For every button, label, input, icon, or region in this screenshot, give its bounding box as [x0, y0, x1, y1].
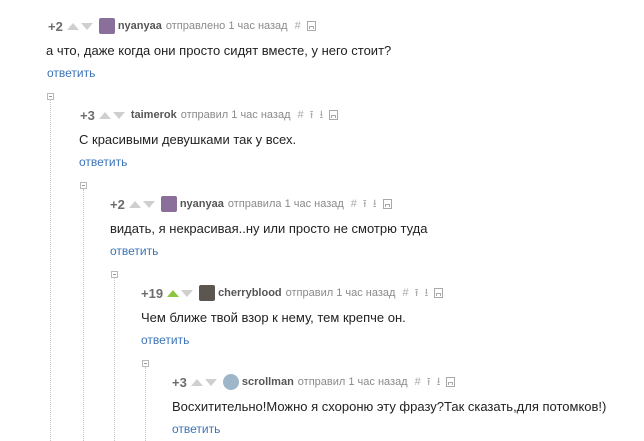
- thread-branch-icon[interactable]: ⭳: [424, 287, 428, 299]
- thread-guide-1: [50, 100, 51, 441]
- save-icon[interactable]: [329, 110, 339, 120]
- comment-meta: +2 nyanyaa отправлено 1 час назад #: [48, 17, 322, 35]
- comment-text: С красивыми девушками так у всех.: [79, 132, 297, 147]
- timestamp: отправлено 1 час назад: [165, 20, 288, 32]
- upvote-icon[interactable]: [190, 378, 203, 386]
- avatar[interactable]: [98, 18, 115, 34]
- rating: +3: [80, 107, 95, 123]
- thread-guide-3: [114, 278, 115, 441]
- timestamp: отправила 1 час назад: [227, 198, 344, 210]
- permalink-icon[interactable]: #: [298, 109, 304, 121]
- parent-comment-icon[interactable]: ⭱: [427, 376, 431, 388]
- comment-meta: +19 cherryblood отправил 1 час назад # ⭱…: [141, 284, 449, 302]
- upvote-icon[interactable]: [167, 289, 180, 297]
- author-link[interactable]: taimerok: [131, 109, 177, 121]
- save-icon[interactable]: [306, 21, 316, 31]
- reply-link[interactable]: ответить: [47, 66, 95, 80]
- save-icon[interactable]: [434, 288, 444, 298]
- rating: +3: [172, 374, 187, 390]
- reply-link[interactable]: ответить: [110, 244, 158, 258]
- comment-text: видать, я некрасивая..ну или просто не с…: [110, 221, 428, 236]
- collapse-toggle[interactable]: [47, 93, 54, 100]
- comment-text: Чем ближе твой взор к нему, тем крепче о…: [141, 310, 406, 325]
- permalink-icon[interactable]: #: [351, 198, 357, 210]
- timestamp: отправил 1 час назад: [285, 287, 396, 299]
- comment-meta: +2 nyanyaa отправила 1 час назад # ⭱ ⭳: [110, 195, 398, 213]
- thread-branch-icon[interactable]: ⭳: [373, 198, 377, 210]
- reply-link[interactable]: ответить: [172, 422, 220, 436]
- comment-text: Восхитительно!Можно я схороню эту фразу?…: [172, 399, 607, 414]
- author-link[interactable]: nyanyaa: [180, 198, 224, 210]
- author-link[interactable]: nyanyaa: [118, 20, 162, 32]
- downvote-icon[interactable]: [181, 289, 194, 297]
- collapse-toggle[interactable]: [142, 360, 149, 367]
- save-icon[interactable]: [382, 199, 392, 209]
- comment-text: а что, даже когда они просто сидят вмест…: [46, 43, 392, 58]
- parent-comment-icon[interactable]: ⭱: [363, 198, 367, 210]
- downvote-icon[interactable]: [112, 111, 125, 119]
- downvote-icon[interactable]: [142, 200, 155, 208]
- avatar[interactable]: [199, 285, 216, 301]
- downvote-icon[interactable]: [80, 22, 93, 30]
- upvote-icon[interactable]: [98, 111, 111, 119]
- rating: +2: [110, 196, 125, 212]
- reply-link[interactable]: ответить: [141, 333, 189, 347]
- permalink-icon[interactable]: #: [295, 20, 301, 32]
- collapse-toggle[interactable]: [111, 271, 118, 278]
- reply-link[interactable]: ответить: [79, 155, 127, 169]
- author-link[interactable]: scrollman: [242, 376, 294, 388]
- thread-guide-4: [145, 367, 146, 441]
- avatar[interactable]: [160, 196, 177, 212]
- save-icon[interactable]: [446, 377, 456, 387]
- author-link[interactable]: cherryblood: [218, 287, 282, 299]
- parent-comment-icon[interactable]: ⭱: [310, 109, 314, 121]
- timestamp: отправил 1 час назад: [180, 109, 291, 121]
- collapse-toggle[interactable]: [80, 182, 87, 189]
- thread-branch-icon[interactable]: ⭳: [319, 109, 323, 121]
- thread-guide-2: [83, 189, 84, 441]
- comment-meta: +3 taimerok отправил 1 час назад # ⭱ ⭳: [80, 106, 344, 124]
- permalink-icon[interactable]: #: [415, 376, 421, 388]
- timestamp: отправил 1 час назад: [297, 376, 408, 388]
- upvote-icon[interactable]: [66, 22, 79, 30]
- rating: +2: [48, 18, 63, 34]
- thread-branch-icon[interactable]: ⭳: [437, 376, 441, 388]
- parent-comment-icon[interactable]: ⭱: [415, 287, 419, 299]
- rating: +19: [141, 285, 164, 301]
- upvote-icon[interactable]: [128, 200, 141, 208]
- permalink-icon[interactable]: #: [402, 287, 408, 299]
- downvote-icon[interactable]: [204, 378, 217, 386]
- comment-meta: +3 scrollman отправил 1 час назад # ⭱ ⭳: [172, 373, 461, 391]
- avatar[interactable]: [222, 374, 239, 390]
